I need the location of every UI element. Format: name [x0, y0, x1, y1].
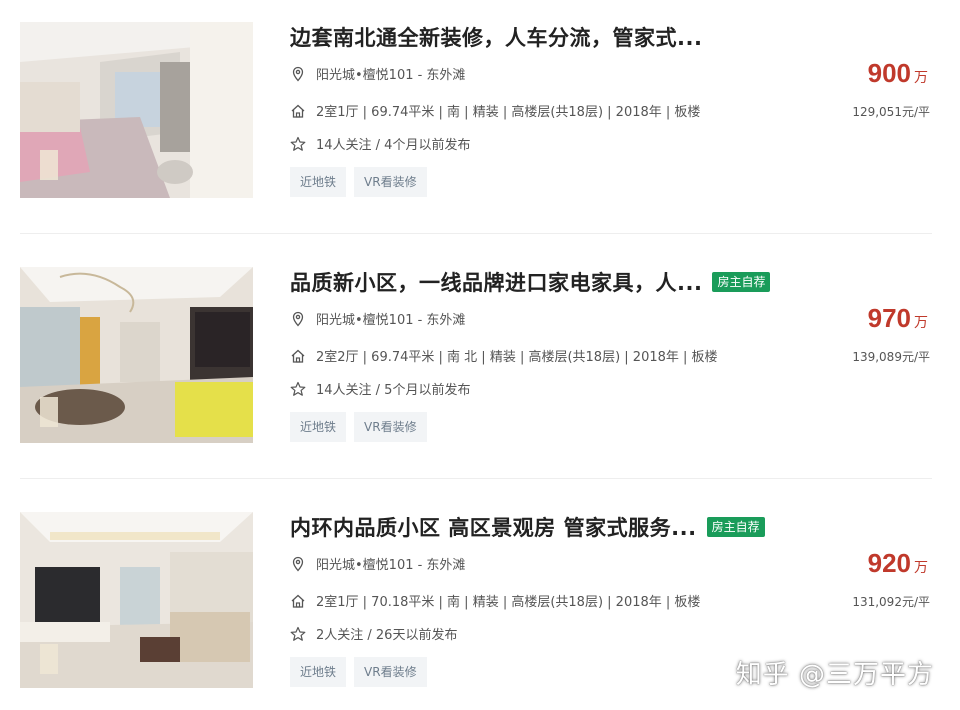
tag-near-subway: 近地铁	[290, 167, 347, 197]
location-pin-icon	[290, 556, 306, 572]
unit-price: 129,051元/平	[852, 105, 930, 119]
tag-vr: VR看装修	[354, 657, 427, 687]
total-price: 970 万	[868, 303, 928, 334]
price-unit: 万	[914, 70, 928, 86]
house-icon	[290, 103, 306, 119]
divider	[20, 233, 932, 234]
follow-info-text: 14人关注 / 5个月以前发布	[316, 383, 471, 398]
price-unit: 万	[914, 315, 928, 331]
owner-recommend-badge: 房主自荐	[712, 272, 771, 292]
listing-photo[interactable]	[20, 512, 253, 688]
bedroom-photo	[20, 22, 253, 198]
tag-list: 近地铁 VR看装修	[290, 167, 427, 197]
price-value: 970	[867, 303, 911, 333]
star-icon	[290, 626, 306, 642]
listing-photo[interactable]	[20, 267, 253, 443]
price-unit: 万	[914, 560, 928, 576]
unit-price: 131,092元/平	[852, 595, 930, 609]
house-info-text: 2室1厅 | 69.74平米 | 南 | 精装 | 高楼层(共18层) | 20…	[316, 105, 701, 120]
location-text[interactable]: 阳光城•檀悦101 - 东外滩	[316, 64, 465, 83]
total-price: 920 万	[868, 548, 928, 579]
tag-list: 近地铁 VR看装修	[290, 657, 427, 687]
house-info-text: 2室2厅 | 69.74平米 | 南 北 | 精装 | 高楼层(共18层) | …	[316, 350, 718, 365]
follow-info-text: 14人关注 / 4个月以前发布	[316, 138, 471, 153]
location-pin-icon	[290, 311, 306, 327]
unit-price: 139,089元/平	[852, 350, 930, 364]
zhihu-watermark: 知乎 @三万平方	[735, 660, 934, 690]
tag-near-subway: 近地铁	[290, 657, 347, 687]
price-value: 920	[867, 548, 911, 578]
listing-card[interactable]: 品质新小区，一线品牌进口家电家具，人... 房主自荐 阳光城•檀悦101 - 东…	[20, 267, 932, 443]
location-text[interactable]: 阳光城•檀悦101 - 东外滩	[316, 309, 465, 328]
location-pin-icon	[290, 66, 306, 82]
listing-title[interactable]: 内环内品质小区 高区景观房 管家式服务...	[290, 512, 697, 542]
house-info-text: 2室1厅 | 70.18平米 | 南 | 精装 | 高楼层(共18层) | 20…	[316, 595, 701, 610]
follow-info-text: 2人关注 / 26天以前发布	[316, 628, 458, 643]
house-icon	[290, 348, 306, 364]
star-icon	[290, 381, 306, 397]
tag-vr: VR看装修	[354, 412, 427, 442]
listing-card[interactable]: 边套南北通全新装修，人车分流，管家式... 阳光城•檀悦101 - 东外滩 2室…	[20, 22, 932, 198]
tag-list: 近地铁 VR看装修	[290, 412, 427, 442]
listing-title[interactable]: 边套南北通全新装修，人车分流，管家式...	[290, 22, 702, 52]
location-text[interactable]: 阳光城•檀悦101 - 东外滩	[316, 554, 465, 573]
star-icon	[290, 136, 306, 152]
owner-recommend-badge: 房主自荐	[706, 517, 765, 537]
listing-title[interactable]: 品质新小区，一线品牌进口家电家具，人...	[290, 267, 702, 297]
listing-photo[interactable]	[20, 22, 253, 198]
living-room-photo	[20, 512, 253, 688]
living-room-photo	[20, 267, 253, 443]
total-price: 900 万	[868, 58, 928, 89]
house-icon	[290, 593, 306, 609]
tag-near-subway: 近地铁	[290, 412, 347, 442]
price-value: 900	[867, 58, 911, 88]
divider	[20, 478, 932, 479]
tag-vr: VR看装修	[354, 167, 427, 197]
